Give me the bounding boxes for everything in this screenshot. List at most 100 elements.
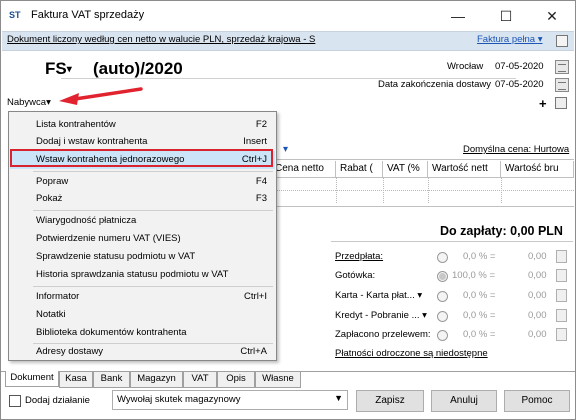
issue-date[interactable]: 07-05-2020 [495, 61, 544, 72]
calculator-icon[interactable] [556, 328, 567, 341]
menu-item-label: Lista kontrahentów [36, 119, 116, 130]
stock-effect-select[interactable]: Wywołaj skutek magazynowy ▼ [112, 390, 348, 410]
payment-percent: 0,0 % = [463, 310, 496, 321]
tab-document[interactable]: Dokument [5, 371, 59, 387]
menu-item-label: Historia sprawdzania statusu podmiotu w … [36, 269, 229, 280]
delivery-date-label: Data zakończenia dostawy [378, 79, 492, 90]
default-price-link[interactable]: Domyślna cena: Hurtowa [463, 144, 569, 155]
prefix-label: FS [45, 59, 67, 78]
tab-warehouse[interactable]: Magazyn [130, 372, 183, 388]
column-header[interactable]: VAT (% [383, 161, 428, 178]
menu-item-credibility[interactable]: Wiarygodność płatnicza [10, 212, 275, 230]
menu-item-edit[interactable]: Popraw F4 [10, 173, 275, 191]
chevron-down-icon[interactable]: ▾ [283, 144, 288, 155]
payment-percent: 100,0 % = [452, 270, 496, 281]
document-info-link[interactable]: Dokument liczony według cen netto w walu… [7, 34, 315, 45]
payment-radio[interactable] [437, 311, 448, 322]
column-header[interactable]: Rabat ( [336, 161, 383, 178]
column-header[interactable]: Wartość bru [501, 161, 574, 178]
menu-item-vat-history[interactable]: Historia sprawdzania statusu podmiotu w … [10, 266, 275, 284]
menu-item-shortcut: F4 [255, 176, 267, 187]
payment-radio[interactable] [437, 271, 448, 282]
credit-label-text: Kredyt - Pobranie ... [335, 310, 420, 321]
calendar-icon[interactable] [555, 60, 569, 74]
help-button[interactable]: Pomoc [504, 390, 570, 412]
grid-line [271, 190, 574, 192]
menu-item-label: Adresy dostawy [36, 346, 104, 357]
credit-label[interactable]: Kredyt - Pobranie ... ▾ [335, 310, 427, 321]
deferred-payments-link[interactable]: Płatności odroczone są niedostępne [335, 348, 488, 359]
menu-item-label: Sprawdzenie statusu podmiotu w VAT [36, 251, 196, 262]
calculator-icon[interactable] [556, 289, 567, 302]
prepayment-label[interactable]: Przedpłata: [335, 251, 383, 262]
calculator-icon[interactable] [556, 269, 567, 282]
issue-place[interactable]: Wrocław [447, 61, 483, 72]
tab-bank[interactable]: Bank [93, 372, 130, 388]
calculator-icon[interactable] [556, 309, 567, 322]
invoice-type-link[interactable]: Faktura pełna ▾ [477, 34, 543, 45]
payment-percent: 0,0 % = [463, 329, 496, 340]
menu-item-shortcut: Insert [243, 136, 267, 147]
menu-item-vat-status[interactable]: Sprawdzenie statusu podmiotu w VAT [10, 248, 275, 266]
add-action-checkbox[interactable] [9, 395, 21, 407]
stock-effect-value: Wywołaj skutek magazynowy [117, 394, 241, 405]
payment-value: 0,00 [528, 270, 547, 281]
menu-item-label: Notatki [36, 309, 66, 320]
cancel-button[interactable]: Anuluj [431, 390, 497, 412]
maximize-button[interactable]: ☐ [483, 1, 529, 31]
menu-item-contractor-list[interactable]: Lista kontrahentów F2 [10, 116, 275, 134]
payment-value: 0,00 [528, 290, 547, 301]
buyer-label[interactable]: Nabywca▾ [7, 97, 51, 108]
delivery-date[interactable]: 07-05-2020 [495, 79, 544, 90]
tab-custom[interactable]: Własne [255, 372, 301, 388]
close-button[interactable]: ✕ [529, 1, 575, 31]
divider [331, 241, 573, 242]
buyer-label-text: Nabywca [7, 97, 47, 108]
menu-item-informator[interactable]: Informator Ctrl+I [10, 288, 275, 306]
column-header[interactable]: Wartość nett [428, 161, 501, 178]
payment-radio[interactable] [437, 291, 448, 302]
chevron-down-icon: ▾ [46, 97, 51, 108]
column-header-label: Wartość bru [505, 163, 559, 174]
chevron-down-icon: ▾ [417, 290, 423, 301]
document-prefix[interactable]: FS▾ [45, 59, 72, 79]
save-button[interactable]: Zapisz [356, 390, 424, 412]
calculator-icon[interactable] [556, 250, 567, 263]
menu-item-notes[interactable]: Notatki [10, 306, 275, 324]
payment-value: 0,00 [528, 329, 547, 340]
settings-icon[interactable] [556, 35, 568, 47]
chevron-down-icon: ▾ [422, 310, 427, 321]
menu-item-show[interactable]: Pokaż F3 [10, 190, 275, 208]
column-header[interactable]: Cena netto [271, 161, 336, 178]
tab-cash[interactable]: Kasa [59, 372, 93, 388]
tab-vat[interactable]: VAT [183, 372, 217, 388]
column-header-label: VAT (% [387, 163, 420, 174]
menu-item-label: Dodaj i wstaw kontrahenta [36, 136, 148, 147]
document-number[interactable]: (auto)/2020 [93, 59, 183, 79]
menu-item-label: Biblioteka dokumentów kontrahenta [36, 327, 187, 338]
invoice-window: ST Faktura VAT sprzedaży — ☐ ✕ Dokument … [0, 0, 576, 420]
column-header-label: Rabat ( [340, 163, 373, 174]
list-icon[interactable] [555, 97, 567, 109]
add-icon[interactable]: + [539, 96, 547, 111]
calendar-icon[interactable] [555, 78, 569, 92]
card-label-text: Karta - Karta płat... [335, 290, 415, 301]
menu-item-label: Pokaż [36, 193, 63, 204]
chevron-down-icon: ▾ [66, 64, 72, 75]
payment-radio[interactable] [437, 252, 448, 263]
window-title: Faktura VAT sprzedaży [31, 9, 145, 21]
menu-item-delivery-addresses[interactable]: Adresy dostawy Ctrl+A [10, 343, 275, 361]
tab-description[interactable]: Opis [217, 372, 255, 388]
menu-item-label: Informator [36, 291, 80, 302]
menu-item-shortcut: F3 [255, 193, 267, 204]
payment-percent: 0,0 % = [463, 290, 496, 301]
payment-radio[interactable] [437, 330, 448, 341]
menu-separator [33, 286, 273, 287]
menu-item-documents-library[interactable]: Biblioteka dokumentów kontrahenta [10, 324, 275, 342]
highlight-annotation [10, 149, 273, 167]
menu-item-vies[interactable]: Potwierdzenie numeru VAT (VIES) [10, 230, 275, 248]
add-action-label: Dodaj działanie [25, 395, 90, 406]
card-label[interactable]: Karta - Karta płat... ▾ [335, 290, 422, 301]
minimize-button[interactable]: — [435, 1, 481, 31]
app-icon: ST [9, 10, 21, 20]
